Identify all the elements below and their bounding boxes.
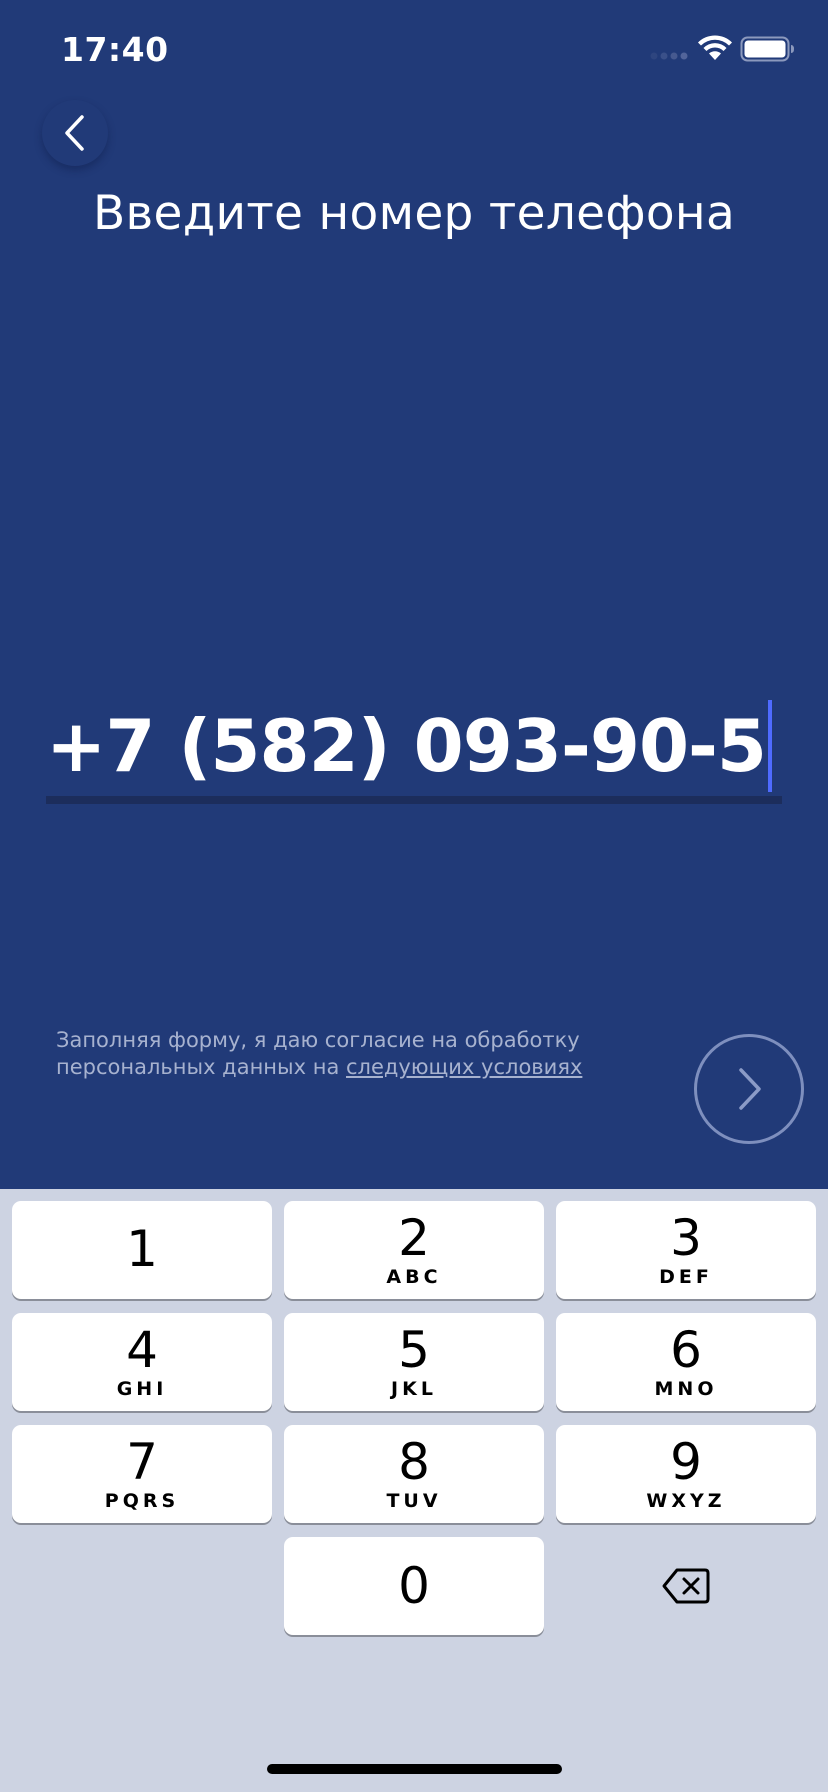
phone-input-underline	[46, 796, 782, 804]
key-2[interactable]: 2 ABC	[284, 1201, 544, 1299]
status-time: 17:40	[61, 30, 169, 69]
phone-value-row[interactable]: +7 (582) 093-90-5	[46, 700, 782, 792]
wifi-icon	[698, 35, 732, 60]
key-digit: 8	[398, 1433, 430, 1491]
key-9[interactable]: 9 WXYZ	[556, 1425, 816, 1523]
text-cursor	[768, 700, 773, 792]
chevron-left-icon	[65, 115, 84, 151]
backspace-icon	[662, 1568, 710, 1604]
key-digit: 0	[398, 1557, 430, 1615]
key-letters: MNO	[654, 1378, 718, 1400]
key-digit: 1	[126, 1220, 158, 1278]
key-6[interactable]: 6 MNO	[556, 1313, 816, 1411]
consent-text: Заполняя форму, я даю согласие на обрабо…	[56, 1027, 696, 1081]
key-3[interactable]: 3 DEF	[556, 1201, 816, 1299]
key-digit: 4	[126, 1321, 158, 1379]
key-digit: 3	[670, 1209, 702, 1267]
key-letters: TUV	[386, 1490, 442, 1512]
key-7[interactable]: 7 PQRS	[12, 1425, 272, 1523]
next-button[interactable]	[694, 1034, 804, 1144]
key-letters: PQRS	[104, 1490, 180, 1512]
delete-key[interactable]	[556, 1537, 816, 1635]
phone-entry-screen: 17:40 Введите номер телефона +7 (582) 09…	[0, 0, 828, 1792]
key-letters: JKL	[391, 1378, 437, 1400]
phone-value[interactable]: +7 (582) 093-90-5	[46, 700, 767, 792]
key-1[interactable]: 1	[12, 1201, 272, 1299]
key-letters: GHI	[116, 1378, 168, 1400]
back-button[interactable]	[42, 100, 108, 166]
cellular-signal-icon	[650, 52, 688, 60]
key-letters: WXYZ	[646, 1490, 726, 1512]
key-digit: 6	[670, 1321, 702, 1379]
key-4[interactable]: 4 GHI	[12, 1313, 272, 1411]
battery-icon	[740, 36, 794, 62]
status-bar: 17:40	[0, 0, 828, 100]
chevron-right-icon	[739, 1068, 761, 1110]
key-digit: 9	[670, 1433, 702, 1491]
key-digit: 5	[398, 1321, 430, 1379]
numeric-keypad: 1 2 ABC 3 DEF 4 GHI 5 JKL 6 MNO 7 PQRS 8	[0, 1189, 828, 1792]
key-letters: ABC	[386, 1266, 442, 1288]
home-indicator	[267, 1764, 562, 1774]
key-letters: DEF	[659, 1266, 713, 1288]
phone-input[interactable]: +7 (582) 093-90-5	[46, 700, 782, 804]
key-8[interactable]: 8 TUV	[284, 1425, 544, 1523]
terms-link[interactable]: следующих условиях	[346, 1055, 582, 1079]
key-digit: 2	[398, 1209, 430, 1267]
page-title: Введите номер телефона	[92, 186, 736, 241]
key-0[interactable]: 0	[284, 1537, 544, 1635]
key-digit: 7	[126, 1433, 158, 1491]
key-5[interactable]: 5 JKL	[284, 1313, 544, 1411]
